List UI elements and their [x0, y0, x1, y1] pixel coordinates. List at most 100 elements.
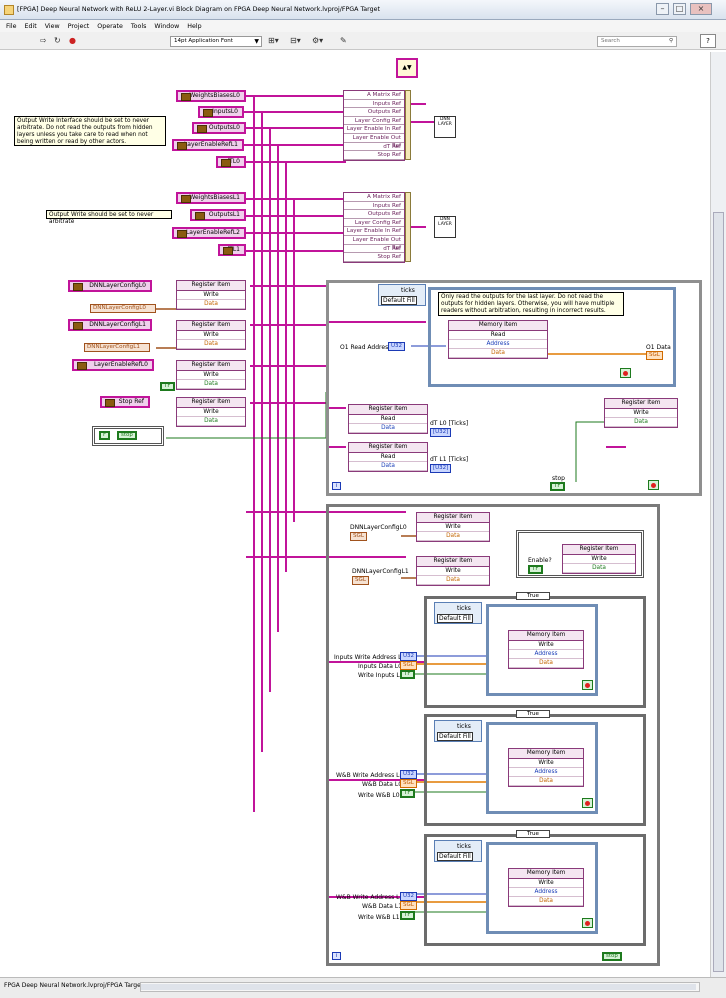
inputs-write-address-control[interactable]: U32: [400, 652, 418, 661]
minimize-button[interactable]: –: [656, 3, 669, 15]
horizontal-scrollbar[interactable]: [140, 982, 700, 992]
menu-window[interactable]: Window: [154, 23, 179, 30]
config-l1-const[interactable]: SGL: [352, 576, 370, 585]
maximize-button[interactable]: □: [673, 3, 686, 15]
reorder-icon[interactable]: ⚙▾: [312, 35, 323, 47]
wb-write-address-l0-control[interactable]: U32: [400, 770, 418, 779]
case-selector[interactable]: True: [516, 592, 550, 600]
timed-loop-source[interactable]: ticks Default Fill: [434, 602, 482, 624]
write-inputs-control[interactable]: TF: [400, 670, 415, 679]
ref-outputsl0[interactable]: OutputsL0: [192, 122, 246, 134]
bundle-by-name-icon[interactable]: ▲▼: [396, 58, 418, 78]
bundle-layer1[interactable]: A Matrix Ref Inputs Ref Outputs Ref Laye…: [343, 192, 405, 263]
stop-indicator[interactable]: TF: [550, 482, 565, 491]
bundle-field: Outputs Ref: [344, 210, 404, 219]
wb-data-l1-control[interactable]: SGL: [400, 901, 417, 910]
menu-help[interactable]: Help: [187, 23, 201, 30]
node-method: Write: [509, 759, 583, 768]
inputs-data-control[interactable]: SGL: [400, 661, 417, 670]
align-objects-icon[interactable]: ⊞▾: [268, 35, 279, 47]
ref-outputsl1[interactable]: OutputsL1: [190, 209, 246, 221]
register-item-write-config-l0[interactable]: Register Item Write Data: [416, 512, 490, 542]
ref-weightsbiasesl1[interactable]: WeightsBiasesL1: [176, 192, 246, 204]
bundle-output-terminal: [405, 192, 411, 262]
timed-loop-source[interactable]: ticks Default Fill: [378, 284, 426, 306]
block-diagram[interactable]: ▲▼ WeightsBiasesL0 InputsL0 OutputsL0 La…: [6, 52, 710, 977]
menu-file[interactable]: File: [6, 23, 17, 30]
bundle-field: dT Ref: [344, 245, 404, 254]
stop-condition-icon: [620, 368, 631, 378]
ref-dtl0[interactable]: dTL0: [216, 156, 246, 168]
run-arrow-icon[interactable]: ⇨: [40, 35, 47, 47]
register-item-stop[interactable]: Register Item Write Data: [176, 397, 246, 427]
bool-constant[interactable]: TF: [160, 382, 175, 391]
cleanup-icon[interactable]: ✎: [340, 35, 347, 47]
node-title: Memory Item: [509, 869, 583, 879]
scroll-thumb[interactable]: [141, 984, 696, 990]
font-selector[interactable]: 14pt Application Font ▼: [170, 36, 262, 47]
ref-inputsl0[interactable]: InputsL0: [198, 106, 244, 118]
node-title: Register Item: [605, 399, 677, 409]
case-selector[interactable]: True: [516, 830, 550, 838]
dnn-layer-subvi-l0[interactable]: DNN LAYER: [434, 116, 456, 138]
scroll-thumb[interactable]: [713, 212, 724, 972]
write-wb-l0-control[interactable]: TF: [400, 789, 415, 798]
distribute-objects-icon[interactable]: ⊟▾: [290, 35, 301, 47]
search-input[interactable]: Search ⚲: [597, 36, 677, 47]
register-item-write-config-l1[interactable]: Register Item Write Data: [416, 556, 490, 586]
write-wb-l1-control[interactable]: TF: [400, 911, 415, 920]
register-item-enable-l0[interactable]: Register Item Write Data: [176, 360, 246, 390]
node-method: Write: [177, 371, 245, 380]
help-icon[interactable]: ?: [700, 34, 716, 48]
search-icon[interactable]: ⚲: [669, 37, 673, 46]
wb-write-address-l1-control[interactable]: U32: [400, 892, 418, 901]
node-address: Address: [509, 888, 583, 897]
ref-dnnlayerconfigl1[interactable]: DNNLayerConfigL1: [68, 319, 152, 331]
enable-label: Enable?: [528, 557, 552, 564]
dnn-layer-subvi-l1[interactable]: DNN LAYER: [434, 216, 456, 238]
vertical-scrollbar[interactable]: [710, 52, 726, 977]
register-item-write-enable[interactable]: Register Item Write Data: [562, 544, 636, 574]
memory-item-read-o1[interactable]: Memory Item Read Address Data: [448, 320, 548, 359]
wb-data-l0-control[interactable]: SGL: [400, 779, 417, 788]
ref-weightsbiasesl0[interactable]: WeightsBiasesL0: [176, 90, 246, 102]
bundle-layer0[interactable]: A Matrix Ref Inputs Ref Outputs Ref Laye…: [343, 90, 405, 161]
register-item-read-dtl0[interactable]: Register Item Read Data: [348, 404, 428, 434]
enable-control[interactable]: TF: [528, 565, 543, 574]
memory-item-write-wb-l1[interactable]: Memory Item Write Address Data: [508, 868, 584, 907]
timed-loop-source[interactable]: ticks Default Fill: [434, 720, 482, 742]
ref-dnnlayerconfigl0[interactable]: DNNLayerConfigL0: [68, 280, 152, 292]
case-selector[interactable]: True: [516, 710, 550, 718]
ref-dtl1[interactable]: dTL1: [218, 244, 246, 256]
false-constant[interactable]: F: [99, 431, 111, 440]
memory-item-write-inputs[interactable]: Memory Item Write Address Data: [508, 630, 584, 669]
register-item-config-l1[interactable]: Register Item Write Data: [176, 320, 246, 350]
ref-layerenablerefl0[interactable]: LayerEnableRefL0: [72, 359, 154, 371]
register-item-read-stop[interactable]: Register Item Write Data: [604, 398, 678, 428]
const-dnnlayerconfigl0[interactable]: DNNLayerConfigL0: [90, 304, 156, 313]
stop-local-variable[interactable]: stop: [117, 431, 137, 440]
ref-layerenablerefl1[interactable]: LayerEnableRefL1: [172, 139, 244, 151]
config-l0-const[interactable]: SGL: [350, 532, 368, 541]
const-dnnlayerconfigl1[interactable]: DNNLayerConfigL1: [84, 343, 150, 352]
memory-item-write-wb-l0[interactable]: Memory Item Write Address Data: [508, 748, 584, 787]
o1-read-address-control[interactable]: U32: [388, 342, 406, 351]
node-address: Address: [509, 768, 583, 777]
menu-tools[interactable]: Tools: [131, 23, 147, 30]
timed-loop-source[interactable]: ticks Default Fill: [434, 840, 482, 862]
menu-view[interactable]: View: [45, 23, 60, 30]
ref-layerenablerefl2[interactable]: LayerEnableRefL2: [172, 227, 246, 239]
run-continuously-icon[interactable]: ↻: [54, 35, 61, 47]
menu-edit[interactable]: Edit: [25, 23, 37, 30]
menu-operate[interactable]: Operate: [97, 23, 123, 30]
register-item-read-dtl1[interactable]: Register Item Read Data: [348, 442, 428, 472]
ref-stop[interactable]: Stop Ref: [100, 396, 150, 408]
register-item-config-l0[interactable]: Register Item Write Data: [176, 280, 246, 310]
stop-local-variable-bottom[interactable]: stop: [602, 952, 622, 961]
close-button[interactable]: ×: [690, 3, 712, 15]
menu-project[interactable]: Project: [68, 23, 90, 30]
labview-vi-icon: [4, 4, 14, 15]
node-title: Memory Item: [509, 749, 583, 759]
bundle-field: Layer Enable Out Ref: [344, 236, 404, 251]
abort-icon[interactable]: ●: [69, 35, 76, 47]
